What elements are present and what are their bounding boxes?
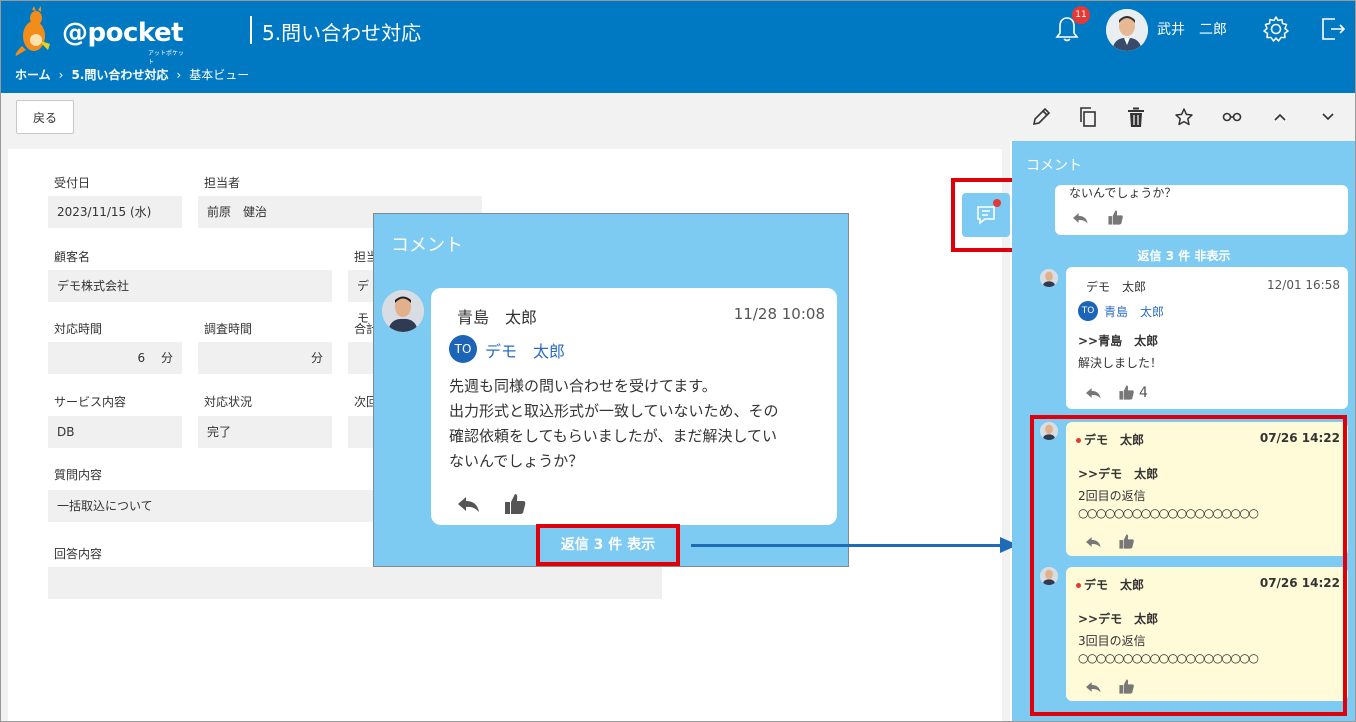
comment-time: 12/01 16:58 (1267, 278, 1340, 292)
answer-label: 回答内容 (54, 547, 103, 561)
breadcrumb-app[interactable]: 5.問い合わせ対応 (71, 66, 168, 83)
chevron-up-icon[interactable] (1268, 105, 1292, 129)
back-button[interactable]: 戻る (16, 100, 74, 134)
kangaroo-logo-icon (15, 6, 50, 56)
user-name[interactable]: 武井 二郎 (1157, 19, 1227, 39)
like-count: 4 (1139, 385, 1148, 401)
to-badge: TO (1078, 301, 1098, 321)
status-label: 対応状況 (204, 395, 253, 409)
title-divider (250, 16, 252, 44)
time-unit: 分 (160, 351, 173, 365)
reply-icon[interactable] (1084, 386, 1102, 400)
popup-title: コメント (391, 235, 463, 256)
trash-icon[interactable] (1124, 105, 1148, 129)
breadcrumb-separator: › (176, 67, 182, 82)
like-icon[interactable] (1118, 384, 1135, 401)
app-logo[interactable]: @pocket アットポケット (14, 4, 184, 66)
breadcrumb-view: 基本ビュー (189, 68, 250, 82)
status-field: 完了 (198, 416, 332, 448)
received-date-field: 2023/11/15 (水) (48, 196, 182, 228)
comment-author: デモ 太郎 (1086, 280, 1147, 294)
mention-name[interactable]: デモ 太郎 (485, 338, 565, 362)
pointer-arrow (691, 544, 1001, 547)
glasses-icon[interactable] (1220, 105, 1244, 129)
comment-bubble: 青島 太郎 11/28 10:08 TO デモ 太郎 先週も同様の問い合わせを受… (431, 288, 837, 525)
breadcrumb: ホーム › 5.問い合わせ対応 › 基本ビュー (15, 66, 249, 83)
user-avatar[interactable] (1106, 9, 1148, 51)
breadcrumb-separator: › (58, 67, 64, 82)
chevron-down-icon[interactable] (1316, 105, 1340, 129)
commenter-avatar (382, 290, 424, 332)
like-icon[interactable] (503, 492, 527, 516)
time-value: 6 (137, 351, 146, 365)
record-toolbar: 戻る (0, 93, 1356, 141)
page-title: 5.問い合わせ対応 (262, 21, 422, 45)
notification-badge: 11 (1072, 6, 1090, 24)
comment-card: デモ 太郎 12/01 16:58 TO 青島 太郎 >>青島 太郎 解決しまし… (1066, 267, 1348, 409)
comment-line: ないんでしょうか？ (449, 452, 584, 470)
logo-text: @pocket (62, 18, 184, 48)
like-icon[interactable] (1107, 209, 1124, 226)
answer-field (48, 567, 662, 599)
hide-replies-link[interactable]: 返信 3 件 非表示 (1012, 247, 1356, 264)
app-header: @pocket アットポケット 5.問い合わせ対応 ホーム › 5.問い合わせ対… (0, 0, 1356, 93)
highlight-box-replies (1030, 415, 1347, 716)
time-field: 6 分 (48, 342, 182, 374)
customer-label: 顧客名 (54, 250, 91, 264)
comment-line: 出力形式と取込形式が一致していないため、その (449, 402, 779, 420)
gear-icon[interactable] (1261, 14, 1291, 44)
comment-author: 青島 太郎 (457, 308, 538, 327)
reply-icon[interactable] (455, 494, 481, 514)
mention-name[interactable]: 青島 太郎 (1104, 303, 1164, 320)
pencil-icon[interactable] (1029, 105, 1053, 129)
commenter-avatar (1040, 269, 1058, 287)
breadcrumb-home[interactable]: ホーム (15, 66, 51, 83)
comment-zoom-popup: コメント 青島 太郎 11/28 10:08 TO デモ 太郎 先週も同様の問い… (373, 213, 849, 567)
service-label: サービス内容 (54, 395, 127, 409)
customer-field: デモ株式会社 (48, 270, 332, 302)
logout-icon[interactable] (1317, 13, 1347, 43)
star-icon[interactable] (1172, 105, 1196, 129)
comment-body: 先週も同様の問い合わせを受けてます。 出力形式と取込形式が一致していないため、そ… (449, 374, 829, 474)
time-label: 対応時間 (54, 322, 103, 336)
comment-quote: >>青島 太郎 (1078, 334, 1159, 348)
question-label: 質問内容 (54, 468, 103, 482)
comment-time: 11/28 10:08 (733, 305, 825, 323)
comment-line: 先週も同様の問い合わせを受けてます。 (449, 377, 717, 395)
comment-snippet: ないんでしょうか？ (1069, 186, 1177, 200)
reply-icon[interactable] (1071, 211, 1089, 225)
question-field: 一括取込について (48, 490, 378, 522)
comment-card-partial: ないんでしょうか？ (1055, 185, 1348, 235)
logo-subtext: アットポケット (148, 50, 185, 66)
show-replies-link[interactable]: 返信 3 件 表示 (536, 524, 680, 566)
comment-text: 解決しました！ (1078, 356, 1163, 370)
service-field: DB (48, 416, 182, 448)
copy-icon[interactable] (1076, 105, 1100, 129)
panel-title: コメント (1026, 158, 1082, 174)
comment-line: 確認依頼をしてもらいましたが、まだ解決してい (449, 427, 778, 445)
assignee-label: 担当者 (204, 176, 241, 190)
received-date-label: 受付日 (54, 176, 91, 190)
research-time-field: 分 (198, 342, 332, 374)
research-time-unit: 分 (310, 351, 323, 365)
to-badge: TO (449, 335, 477, 363)
research-time-label: 調査時間 (204, 322, 253, 336)
